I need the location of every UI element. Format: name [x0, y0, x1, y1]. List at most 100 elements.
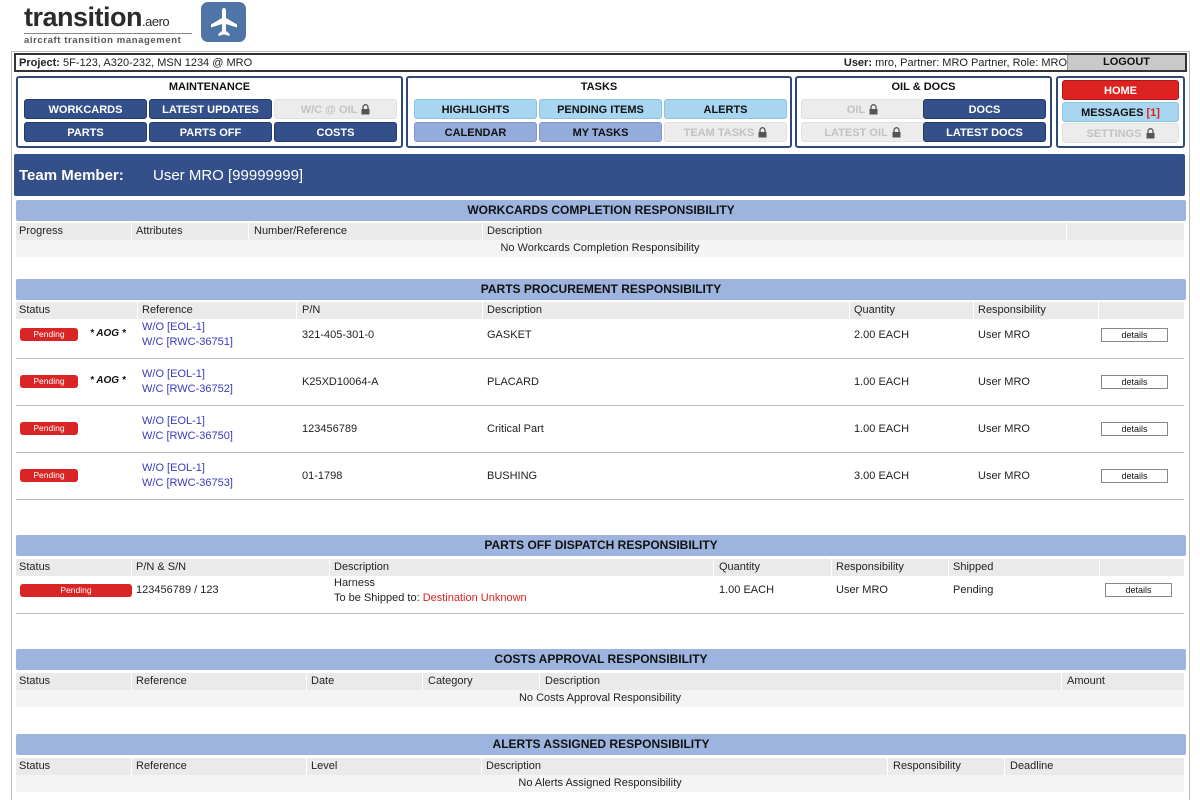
home-button[interactable]: HOME — [1062, 80, 1179, 100]
lock-icon — [1146, 128, 1154, 139]
tasks-title: TASKS — [580, 81, 618, 93]
user-info: User: mro, Partner: MRO Partner, Role: M… — [843, 57, 1067, 69]
column-header: Status — [19, 675, 51, 687]
costs-column-headers: Status Reference Date Category Descripti… — [16, 673, 1184, 690]
lock-icon — [758, 127, 767, 138]
details-button[interactable]: details — [1105, 583, 1172, 597]
status-badge: Pending — [20, 328, 78, 341]
alerts-section-title: ALERTS ASSIGNED RESPONSIBILITY — [16, 734, 1186, 755]
wc-oil-button: W/C @ OIL — [274, 99, 397, 119]
column-header: Description — [487, 304, 543, 316]
column-header: P/N & S/N — [136, 561, 187, 573]
parts-table-row: Pending W/O [EOL-1] W/C [RWC-36753] 01-1… — [16, 460, 1184, 500]
parts-off-button[interactable]: PARTS OFF — [149, 122, 272, 142]
messages-count: [1] — [1146, 107, 1160, 119]
column-header: Responsibility — [893, 760, 961, 772]
column-header: Deadline — [1010, 760, 1054, 772]
column-header: Date — [311, 675, 335, 687]
part-quantity: 1.00 EACH — [854, 423, 910, 435]
parts-button[interactable]: PARTS — [24, 122, 147, 142]
part-number: 01-1798 — [302, 470, 343, 482]
status-badge: Pending — [20, 469, 78, 482]
workcard-link[interactable]: W/C [RWC-36751] — [142, 335, 233, 350]
shipped-status: Pending — [953, 584, 994, 596]
workcard-link[interactable]: W/C [RWC-36750] — [142, 429, 233, 444]
aog-flag: * AOG * — [90, 375, 126, 386]
logo-tagline: aircraft transition management — [24, 33, 192, 46]
details-button[interactable]: details — [1101, 375, 1168, 389]
project-info: Project: 5F-123, A320-232, MSN 1234 @ MR… — [19, 57, 253, 69]
parts-off-table-row: Pending 123456789 / 123 Harness To be Sh… — [16, 576, 1184, 614]
alerts-column-headers: Status Reference Level Description Respo… — [16, 758, 1184, 775]
project-bar: Project: 5F-123, A320-232, MSN 1234 @ MR… — [14, 53, 1187, 72]
details-button[interactable]: details — [1101, 469, 1168, 483]
team-tasks-button: TEAM TASKS — [664, 122, 787, 142]
part-quantity: 1.00 EACH — [854, 376, 910, 388]
column-header: Responsibility — [836, 561, 904, 573]
parts-off-column-headers: Status P/N & S/N Description Quantity Re… — [16, 559, 1184, 576]
details-button[interactable]: details — [1101, 328, 1168, 342]
alerts-empty-message: No Alerts Assigned Responsibility — [16, 775, 1184, 792]
column-header: Status — [19, 304, 51, 316]
parts-off-section-title: PARTS OFF DISPATCH RESPONSIBILITY — [16, 535, 1186, 556]
maintenance-nav-group: MAINTENANCE WORKCARDS LATEST UPDATES W/C… — [16, 76, 403, 148]
work-order-link[interactable]: W/O [EOL-1] — [142, 320, 205, 335]
parts-table-row: Pending W/O [EOL-1] W/C [RWC-36750] 1234… — [16, 413, 1184, 453]
latest-oil-button: LATEST OIL — [801, 122, 924, 142]
column-header: Description — [486, 760, 542, 772]
status-badge: Pending — [20, 422, 78, 435]
workcards-empty-message: No Workcards Completion Responsibility — [16, 240, 1184, 257]
part-quantity: 2.00 EACH — [854, 329, 910, 341]
shipping-destination: To be Shipped to: Destination Unknown — [334, 592, 527, 604]
column-header: P/N — [302, 304, 321, 316]
column-header: Description — [487, 225, 543, 237]
settings-button: SETTINGS — [1062, 123, 1179, 143]
pending-items-button[interactable]: PENDING ITEMS — [539, 99, 662, 119]
part-description: GASKET — [487, 329, 532, 341]
docs-button[interactable]: DOCS — [923, 99, 1046, 119]
home-nav-group: HOME MESSAGES [1] SETTINGS — [1056, 76, 1185, 148]
messages-button[interactable]: MESSAGES [1] — [1062, 102, 1179, 122]
latest-updates-button[interactable]: LATEST UPDATES — [149, 99, 272, 119]
part-responsibility: User MRO — [978, 423, 1030, 435]
part-description: BUSHING — [487, 470, 538, 482]
column-header: Quantity — [854, 304, 895, 316]
lock-icon — [361, 104, 370, 115]
part-responsibility: User MRO — [978, 329, 1030, 341]
workcard-link[interactable]: W/C [RWC-36752] — [142, 382, 233, 397]
part-description: Harness — [334, 577, 375, 589]
details-button[interactable]: details — [1101, 422, 1168, 436]
alerts-button[interactable]: ALERTS — [664, 99, 787, 119]
tasks-nav-group: TASKS HIGHLIGHTS PENDING ITEMS ALERTS CA… — [406, 76, 792, 148]
column-header: Progress — [19, 225, 64, 237]
logout-button[interactable]: LOGOUT — [1067, 55, 1185, 70]
part-quantity: 3.00 EACH — [854, 470, 910, 482]
costs-button[interactable]: COSTS — [274, 122, 397, 142]
column-header: Reference — [142, 304, 193, 316]
highlights-button[interactable]: HIGHLIGHTS — [414, 99, 537, 119]
part-number: 123456789 — [302, 423, 358, 435]
column-header: Quantity — [719, 561, 760, 573]
column-header: Level — [311, 760, 338, 772]
lock-icon — [869, 104, 878, 115]
column-header: Amount — [1067, 675, 1105, 687]
workcards-button[interactable]: WORKCARDS — [24, 99, 147, 119]
column-header: Shipped — [953, 561, 994, 573]
work-order-link[interactable]: W/O [EOL-1] — [142, 367, 205, 382]
aog-flag: * AOG * — [90, 328, 126, 339]
maintenance-title: MAINTENANCE — [168, 81, 251, 93]
latest-docs-button[interactable]: LATEST DOCS — [923, 122, 1046, 142]
my-tasks-button[interactable]: MY TASKS — [539, 122, 662, 142]
workcard-link[interactable]: W/C [RWC-36753] — [142, 476, 233, 491]
calendar-button[interactable]: CALENDAR — [414, 122, 537, 142]
team-member-value: User MRO [99999999] — [153, 167, 304, 184]
part-responsibility: User MRO — [836, 584, 888, 596]
oil-docs-nav-group: OIL & DOCS OIL DOCS LATEST OIL LATEST DO… — [795, 76, 1052, 148]
part-quantity: 1.00 EACH — [719, 584, 775, 596]
workcards-section-title: WORKCARDS COMPLETION RESPONSIBILITY — [16, 200, 1186, 221]
parts-table-row: Pending * AOG * W/O [EOL-1] W/C [RWC-367… — [16, 366, 1184, 406]
work-order-link[interactable]: W/O [EOL-1] — [142, 414, 205, 429]
part-serial-number: 123456789 / 123 — [136, 584, 219, 596]
team-member-label: Team Member: — [19, 167, 124, 184]
work-order-link[interactable]: W/O [EOL-1] — [142, 461, 205, 476]
